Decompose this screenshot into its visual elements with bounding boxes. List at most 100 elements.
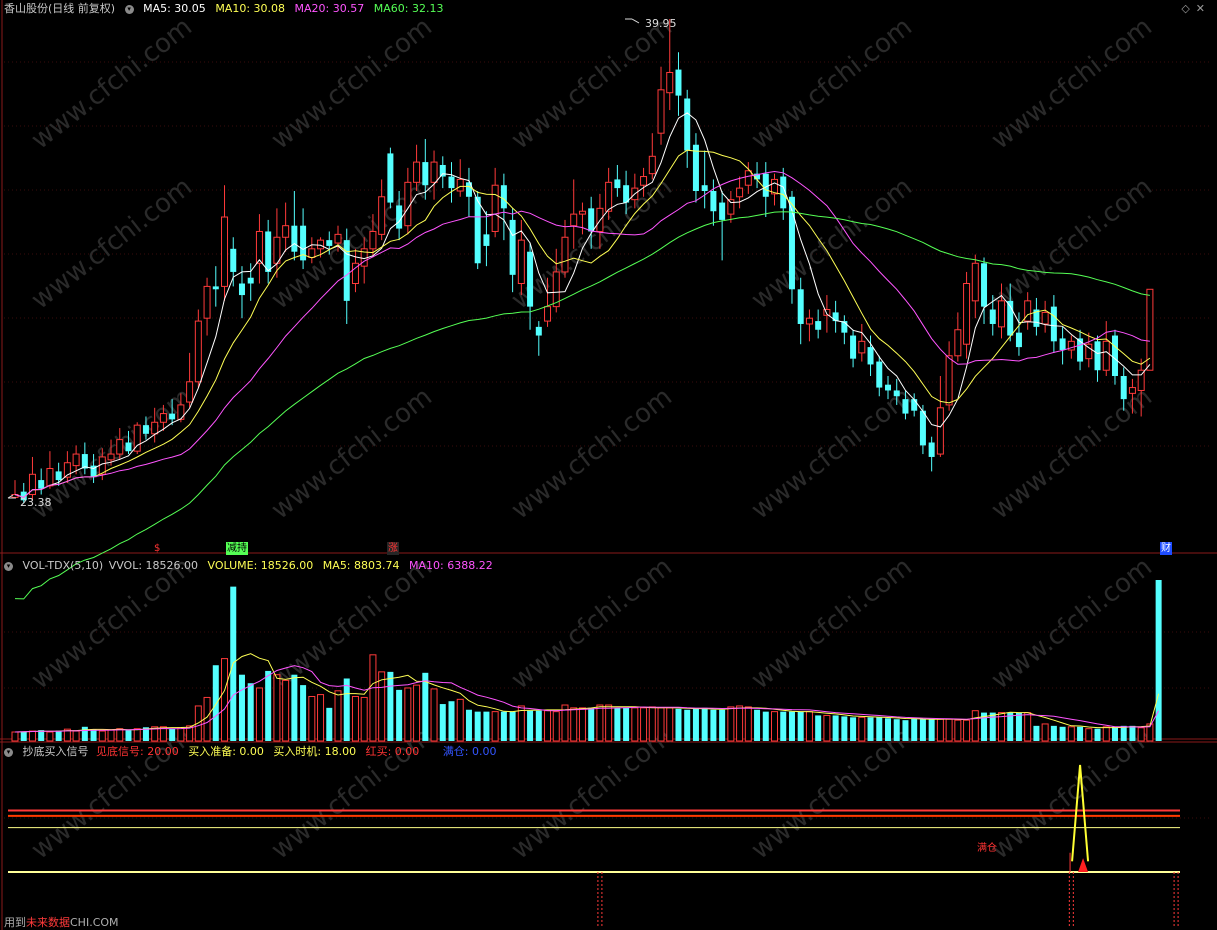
vol-ma10-value: MA10: 6388.22 [409,559,493,572]
volume-bar-up [1137,727,1145,742]
candle-body-up [561,236,569,273]
candle-body-down [55,471,62,481]
stock-chart-svg[interactable]: www.cfchi.com www.cfchi.com www.cfchi.com w… [0,0,1217,930]
candle-body-up [971,262,979,302]
candle-body-down [169,413,176,420]
full-position-value: 满仓: 0.00 [442,745,497,758]
volume-bar-down [692,708,699,741]
signal-label: 满仓 [977,841,997,854]
event-marker-rise[interactable]: 涨 [387,542,399,555]
volume-bar-up [404,687,412,742]
candle-body-up [46,468,54,487]
volume-bar-up [963,719,971,742]
candle-body-down [527,251,534,307]
candle-body-up [177,404,185,420]
candle-body-up [858,340,866,354]
candle-body-up [404,181,412,227]
volume-bar-up [1102,726,1110,742]
volume-value: VOLUME: 18526.00 [207,559,314,572]
volume-bar-up [177,727,185,742]
event-marker-dividend[interactable]: $ [153,542,161,555]
watermark-text: www.cfchi.com [266,382,438,526]
volume-title: VOL-TDX(5,10) [22,559,104,572]
candle-body-down [692,144,699,192]
window-controls: ◇✕ [1181,2,1211,15]
volume-bar-down [291,674,298,741]
candle-body-down [500,185,507,209]
volume-bar-down [212,665,219,741]
candle-body-down [212,286,219,290]
volume-chevron-icon[interactable]: ▾ [4,561,13,571]
event-marker-reduce[interactable]: 减持 [226,542,248,555]
volume-bar-up [744,706,752,742]
candle-body-up [954,329,962,357]
footer-accent: 未来数据 [26,916,70,929]
volume-bar-down [474,711,481,741]
candle-body-up [997,300,1005,328]
volume-bar-down [1111,726,1118,741]
volume-bar-up [28,730,36,742]
volume-bar-up [351,695,359,742]
volume-bar-down [832,715,839,741]
volume-bar-down [1094,728,1101,741]
candle-body-up [255,230,263,264]
candle-body-up [378,196,386,235]
volume-bar-up [736,705,744,742]
volume-bar-down [588,707,595,741]
candle-body-up [194,320,202,383]
candle-body-up [1128,387,1136,394]
candle-body-down [142,425,149,434]
close-icon[interactable]: ✕ [1196,2,1211,15]
candle-body-down [422,162,429,186]
candle-body-up [544,306,552,322]
candle-body-down [291,225,298,252]
volume-bar-up [491,711,499,742]
volume-bar-up [666,707,674,742]
volume-bar-down [754,709,761,741]
volume-bar-up [221,658,229,742]
candle-body-up [159,413,167,423]
volume-bar-down [1155,580,1162,741]
candle-body-up [203,285,211,319]
event-marker-finance[interactable]: 财 [1160,542,1172,555]
candle-body-down [902,399,909,414]
volume-ma10-line [14,665,1160,733]
candle-body-down [675,69,682,96]
volume-bar-up [360,696,368,742]
ma5-value: MA5: 30.05 [143,2,206,15]
candle-body-down [911,399,918,411]
volume-bar-down [125,730,132,741]
candle-body-down [230,248,237,272]
candle-body-down [832,312,839,322]
volume-bar-up [570,707,578,742]
volume-bar-up [98,730,106,742]
volume-bar-down [396,689,403,741]
volume-bar-up [378,671,386,742]
volume-bar-up [578,707,586,742]
candle-body-up [805,317,813,325]
settings-chevron-icon[interactable]: ▾ [124,4,134,14]
volume-bar-down [500,711,507,741]
indicator-header: ▾ 抄底买入信号 见底信号: 20.00 买入准备: 0.00 买入时机: 18… [4,743,1217,761]
vvol-value: VVOL: 18526.00 [108,559,199,572]
watermark-text: www.cfchi.com [746,12,918,156]
candle-body-down [509,219,516,275]
watermark-text: www.cfchi.com [26,172,198,316]
indicator-title: 抄底买入信号 [22,745,89,758]
indicator-chevron-icon[interactable]: ▾ [4,747,13,757]
diamond-icon[interactable]: ◇ [1181,2,1195,15]
volume-ma-lines [14,653,1160,733]
volume-bar-down [762,711,769,741]
candle-body-up [72,453,80,467]
volume-bar-down [885,718,891,741]
candle-body-up [273,236,281,264]
volume-bar-down [684,709,691,741]
red-buy-value: 红买: 0.00 [365,745,420,758]
stock-title: 香山股份(日线 前复权) [4,2,116,15]
candle-body-up [945,355,953,406]
volume-bar-down [902,720,909,741]
volume-bar-down [300,685,307,741]
footer-note: 用到未来数据CHI.COM [4,914,119,930]
volume-bar-up [116,728,124,742]
volume-bar-up [133,728,141,742]
